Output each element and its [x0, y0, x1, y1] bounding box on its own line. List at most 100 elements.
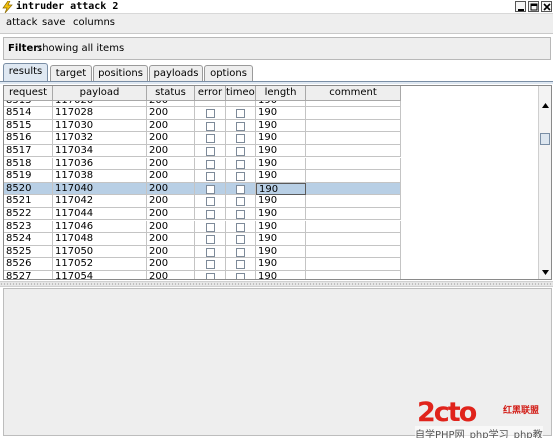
table-row[interactable]: 8520 117040 200 190 — [4, 182, 401, 196]
split-pane-divider[interactable] — [0, 281, 553, 287]
table-row[interactable]: 8525 117050 200 190 — [4, 245, 401, 259]
error-checkbox[interactable] — [206, 109, 215, 119]
cell-payload: 117032 — [53, 132, 147, 145]
column-header-request[interactable]: request — [4, 86, 53, 101]
timeout-checkbox[interactable] — [236, 184, 245, 194]
cell-error — [195, 258, 226, 271]
error-checkbox[interactable] — [206, 209, 215, 219]
table-row[interactable]: 8514 117028 200 190 — [4, 107, 401, 120]
column-header-comment[interactable]: comment — [306, 86, 401, 101]
timeout-checkbox[interactable] — [236, 272, 245, 279]
maximize-button[interactable] — [528, 1, 539, 12]
cell-status: 200 — [147, 245, 195, 259]
window-titlebar[interactable]: intruder attack 2 — [0, 0, 553, 14]
cell-length: 190 — [256, 195, 306, 208]
cell-comment — [306, 245, 401, 259]
error-checkbox[interactable] — [206, 121, 215, 131]
cell-status: 200 — [147, 220, 195, 234]
column-header-payload[interactable]: payload — [53, 86, 147, 101]
cell-request: 8521 — [4, 195, 53, 208]
cell-timeout — [226, 107, 256, 120]
error-checkbox[interactable] — [206, 172, 215, 182]
timeout-checkbox[interactable] — [236, 121, 245, 131]
error-checkbox[interactable] — [206, 272, 215, 279]
cell-comment — [306, 132, 401, 145]
scroll-up-arrow-icon[interactable] — [540, 100, 551, 111]
menu-save[interactable]: save — [42, 17, 65, 28]
table-row[interactable]: 8522 117044 200 190 — [4, 207, 401, 221]
cell-status: 200 — [147, 195, 195, 208]
column-header-status[interactable]: status — [147, 86, 195, 101]
error-checkbox[interactable] — [206, 235, 215, 245]
error-checkbox[interactable] — [206, 222, 215, 232]
timeout-checkbox[interactable] — [236, 109, 245, 119]
cell-comment — [306, 207, 401, 221]
table-row[interactable]: 8521 117042 200 190 — [4, 195, 401, 208]
error-checkbox[interactable] — [206, 159, 215, 169]
timeout-checkbox[interactable] — [236, 209, 245, 219]
close-button[interactable] — [541, 1, 552, 12]
scroll-thumb[interactable] — [540, 133, 550, 145]
minimize-icon — [518, 9, 524, 11]
error-checkbox[interactable] — [206, 184, 215, 194]
menu-attack[interactable]: attack — [6, 17, 37, 28]
table-vertical-scrollbar[interactable] — [538, 86, 551, 279]
table-row[interactable]: 8516 117032 200 190 — [4, 132, 401, 145]
table-row[interactable]: 8518 117036 200 190 — [4, 157, 401, 171]
cell-timeout — [226, 245, 256, 259]
table-row[interactable]: 8527 117054 200 190 — [4, 270, 401, 279]
table-row[interactable]: 8526 117052 200 190 — [4, 258, 401, 271]
tab-results[interactable]: results — [3, 63, 48, 83]
column-header-timeout[interactable]: timeo... — [226, 86, 256, 101]
tab-strip: results target positions payloads option… — [0, 62, 553, 83]
cell-error — [195, 157, 226, 171]
error-checkbox[interactable] — [206, 247, 215, 257]
timeout-checkbox[interactable] — [236, 146, 245, 156]
cell-status: 200 — [147, 132, 195, 145]
error-checkbox[interactable] — [206, 197, 215, 207]
error-checkbox[interactable] — [206, 146, 215, 156]
tab-payloads[interactable]: payloads — [149, 65, 203, 82]
tab-target[interactable]: target — [50, 65, 92, 82]
timeout-checkbox[interactable] — [236, 159, 245, 169]
table-row[interactable]: 8524 117048 200 190 — [4, 233, 401, 246]
cell-error — [195, 119, 226, 133]
table-empty-area — [402, 86, 539, 279]
cell-status: 200 — [147, 119, 195, 133]
cell-request: 8518 — [4, 157, 53, 171]
error-checkbox[interactable] — [206, 134, 215, 144]
tab-positions[interactable]: positions — [93, 65, 148, 82]
timeout-checkbox[interactable] — [236, 260, 245, 270]
timeout-checkbox[interactable] — [236, 247, 245, 257]
cell-request: 8519 — [4, 170, 53, 183]
cell-comment — [306, 119, 401, 133]
filter-bar[interactable]: Filter: showing all items — [3, 37, 551, 60]
table-row[interactable]: 8517 117034 200 190 — [4, 144, 401, 158]
scroll-down-arrow-icon[interactable] — [540, 267, 551, 278]
cell-request: 8515 — [4, 119, 53, 133]
table-body: 8513117026200190851411702820019085151170… — [4, 101, 401, 279]
table-row[interactable]: 8515 117030 200 190 — [4, 119, 401, 133]
cell-length: 190 — [256, 258, 306, 271]
cell-status: 200 — [147, 233, 195, 246]
timeout-checkbox[interactable] — [236, 222, 245, 232]
cell-status: 200 — [147, 157, 195, 171]
cell-timeout — [226, 258, 256, 271]
tab-options[interactable]: options — [204, 65, 253, 82]
cell-error — [195, 195, 226, 208]
timeout-checkbox[interactable] — [236, 172, 245, 182]
cell-comment — [306, 195, 401, 208]
cell-timeout — [226, 132, 256, 145]
column-header-length[interactable]: length — [256, 86, 306, 101]
cell-status: 200 — [147, 270, 195, 279]
column-header-error[interactable]: error — [195, 86, 226, 101]
menu-columns[interactable]: columns — [73, 17, 115, 28]
minimize-button[interactable] — [515, 1, 526, 12]
error-checkbox[interactable] — [206, 260, 215, 270]
timeout-checkbox[interactable] — [236, 235, 245, 245]
timeout-checkbox[interactable] — [236, 134, 245, 144]
table-row[interactable]: 8519 117038 200 190 — [4, 170, 401, 183]
table-row[interactable]: 8523 117046 200 190 — [4, 220, 401, 234]
cell-payload: 117048 — [53, 233, 147, 246]
timeout-checkbox[interactable] — [236, 197, 245, 207]
